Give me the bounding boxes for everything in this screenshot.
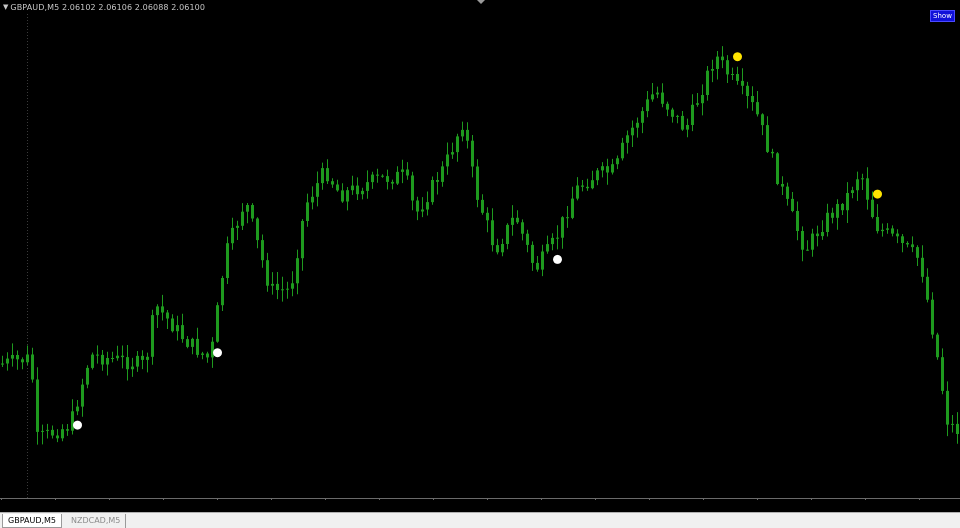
show-button[interactable]: Show <box>930 10 955 22</box>
buy-signal-dot <box>553 254 562 264</box>
symbol-quote-label: GBPAUD,M5 2.06102 2.06106 2.06088 2.0610… <box>10 2 206 12</box>
chart-tab-bar: GBPAUD,M5 NZDCAD,M5 <box>0 512 960 528</box>
buy-signal-dot <box>73 420 82 430</box>
header-dropdown-icon[interactable]: ▼ <box>3 3 8 11</box>
price-chart[interactable]: 20 Aug 202521 Aug 00:3521 Aug 01:3521 Au… <box>0 0 960 500</box>
sell-signal-dot <box>733 52 742 62</box>
shift-marker-icon[interactable] <box>477 0 485 4</box>
sell-signal-dot <box>873 189 882 199</box>
buy-signal-dot <box>213 348 222 358</box>
chart-canvas[interactable]: 20 Aug 202521 Aug 00:3521 Aug 01:3521 Au… <box>0 0 960 500</box>
chart-header: ▼ GBPAUD,M5 2.06102 2.06106 2.06088 2.06… <box>3 1 205 13</box>
tab-nzdcad-m5[interactable]: NZDCAD,M5 <box>66 514 126 528</box>
signals-group <box>73 52 882 430</box>
candles-group <box>1 46 959 445</box>
tab-gbpaud-m5[interactable]: GBPAUD,M5 <box>2 514 62 528</box>
